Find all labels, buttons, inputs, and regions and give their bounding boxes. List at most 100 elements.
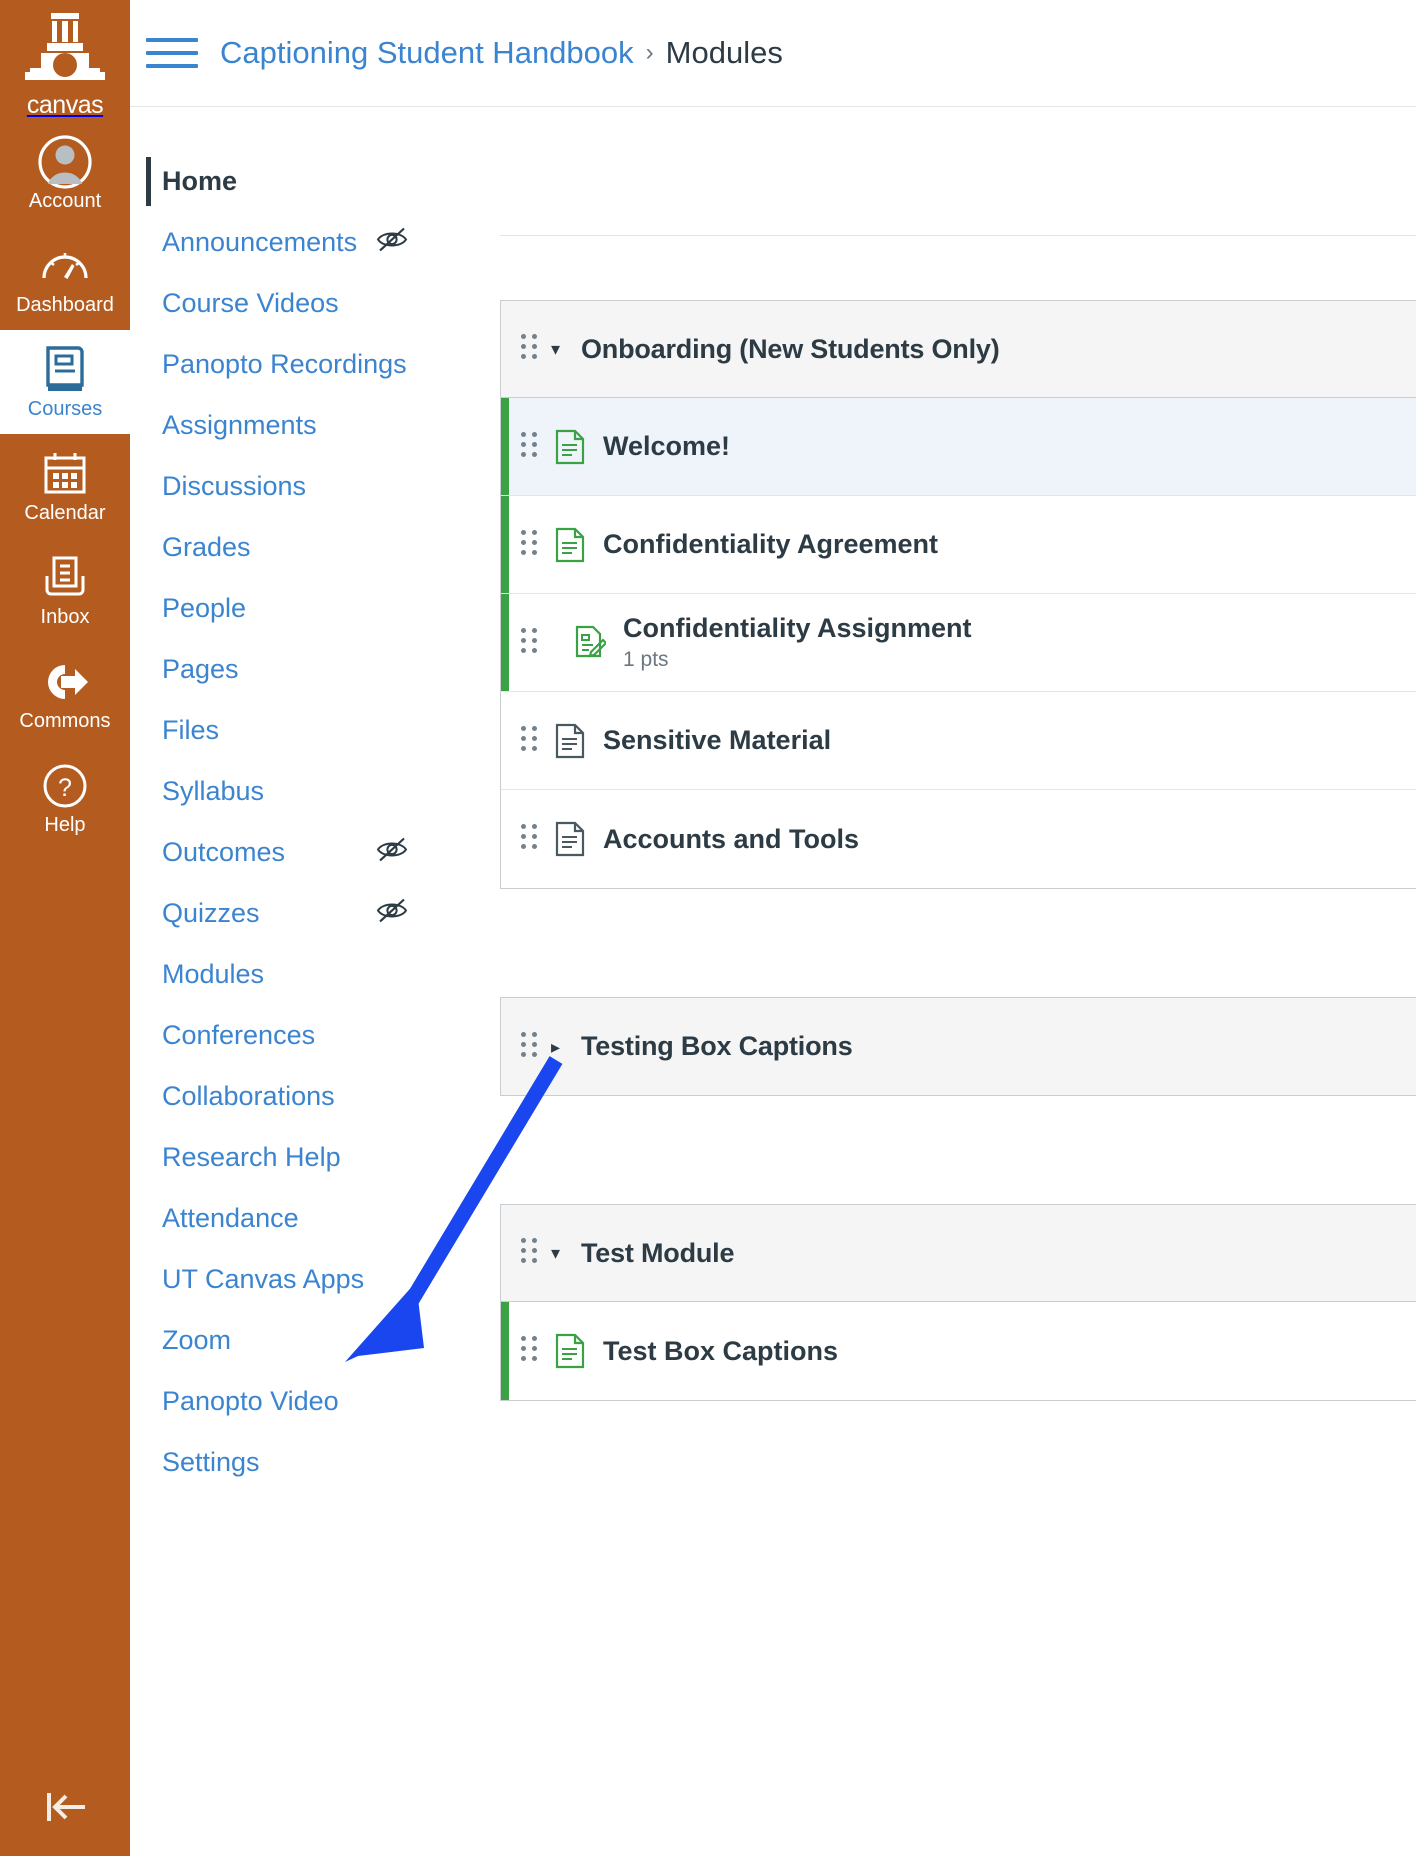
module-item-welcome[interactable]: Welcome! <box>501 398 1416 496</box>
global-nav-commons[interactable]: Commons <box>0 642 130 746</box>
module-items: Welcome! Confidentiality Agreement Confi… <box>501 398 1416 888</box>
drag-handle-icon[interactable] <box>521 1031 537 1062</box>
chevron-right-icon: › <box>645 39 654 66</box>
course-nav-label: Modules <box>162 959 265 989</box>
module-item-text: Test Box Captions <box>603 1336 838 1367</box>
course-nav-item-ut-canvas-apps[interactable]: UT Canvas Apps <box>146 1249 490 1310</box>
course-nav-item-zoom[interactable]: Zoom <box>146 1310 490 1371</box>
module-item-points: 1 pts <box>623 648 669 671</box>
assignment-pencil-icon <box>573 624 607 662</box>
course-nav-item-panopto-video[interactable]: Panopto Video <box>146 1371 490 1432</box>
module-testing-box-captions: ▸ Testing Box Captions <box>500 997 1416 1096</box>
global-nav-courses-label: Courses <box>27 398 103 420</box>
course-nav-item-collaborations[interactable]: Collaborations <box>146 1066 490 1127</box>
global-nav-account[interactable]: Account <box>0 122 130 226</box>
page-header: Captioning Student Handbook › Modules <box>130 0 1416 107</box>
course-nav-item-course-videos[interactable]: Course Videos <box>146 273 490 334</box>
book-icon <box>42 345 88 395</box>
course-nav-item-quizzes[interactable]: Quizzes <box>146 883 490 944</box>
drag-handle-icon[interactable] <box>521 334 537 364</box>
module-item-text: Welcome! <box>603 431 730 462</box>
global-nav-help-label: Help <box>44 814 86 836</box>
course-nav-label: Conferences <box>162 1020 316 1050</box>
course-nav-item-pages[interactable]: Pages <box>146 639 490 700</box>
module-item-title: Accounts and Tools <box>603 823 860 854</box>
collapse-global-nav-button[interactable] <box>0 1785 130 1834</box>
calendar-icon <box>41 449 89 499</box>
course-nav-item-syllabus[interactable]: Syllabus <box>146 761 490 822</box>
global-nav-commons-label: Commons <box>19 710 111 732</box>
ut-tower-icon <box>22 8 108 89</box>
course-nav-item-announcements[interactable]: Announcements <box>146 212 490 273</box>
course-nav-item-files[interactable]: Files <box>146 700 490 761</box>
course-nav-item-assignments[interactable]: Assignments <box>146 395 490 456</box>
drag-handle-icon[interactable] <box>521 1336 537 1366</box>
module-item-title: Confidentiality Assignment <box>623 613 972 643</box>
module-item-sensitive-material[interactable]: Sensitive Material <box>501 692 1416 790</box>
course-nav-label: Quizzes <box>162 898 260 928</box>
module-item-test-box-captions[interactable]: Test Box Captions <box>501 1302 1416 1400</box>
canvas-logo-text: canvas <box>26 91 104 119</box>
question-circle-icon: ? <box>41 761 89 811</box>
course-nav-label: Assignments <box>162 410 317 440</box>
drag-handle-icon[interactable] <box>521 1238 537 1268</box>
course-nav-item-grades[interactable]: Grades <box>146 517 490 578</box>
course-nav-item-panopto-recordings[interactable]: Panopto Recordings <box>146 334 490 395</box>
module-test-module: ▾ Test Module Test Box Captions <box>500 1204 1416 1401</box>
triangle-down-icon[interactable]: ▾ <box>551 340 567 358</box>
module-header[interactable]: ▾ Onboarding (New Students Only) <box>501 301 1416 398</box>
module-item-text: Confidentiality Assignment 1 pts <box>623 613 972 672</box>
svg-text:?: ? <box>58 774 72 802</box>
course-nav-label: Panopto Recordings <box>162 349 407 379</box>
course-nav-label: Pages <box>162 654 239 684</box>
course-nav-item-settings[interactable]: Settings <box>146 1432 490 1493</box>
dashboard-gauge-icon <box>40 241 90 291</box>
module-item-confidentiality-agreement[interactable]: Confidentiality Agreement <box>501 496 1416 594</box>
module-item-title: Sensitive Material <box>603 725 832 755</box>
global-navigation: canvas Account Dashboard Courses Calenda… <box>0 0 130 1856</box>
global-nav-calendar-label: Calendar <box>24 502 106 524</box>
breadcrumb-course-link[interactable]: Captioning Student Handbook <box>220 35 634 71</box>
eye-slash-icon <box>374 224 410 261</box>
drag-handle-icon[interactable] <box>521 529 537 560</box>
course-nav-item-attendance[interactable]: Attendance <box>146 1188 490 1249</box>
course-nav-item-conferences[interactable]: Conferences <box>146 1005 490 1066</box>
course-nav-item-discussions[interactable]: Discussions <box>146 456 490 517</box>
module-item-accounts-and-tools[interactable]: Accounts and Tools <box>501 790 1416 888</box>
course-nav-label: Files <box>162 715 220 745</box>
module-header[interactable]: ▸ Testing Box Captions <box>501 998 1416 1095</box>
course-nav-item-research-help[interactable]: Research Help <box>146 1127 490 1188</box>
course-nav-label: Outcomes <box>162 837 286 867</box>
user-avatar-icon <box>37 135 93 189</box>
module-onboarding: ▾ Onboarding (New Students Only) Welcome… <box>500 300 1416 889</box>
page-document-icon <box>553 723 587 759</box>
triangle-right-icon[interactable]: ▸ <box>551 1038 567 1056</box>
global-nav-calendar[interactable]: Calendar <box>0 434 130 538</box>
global-nav-dashboard[interactable]: Dashboard <box>0 226 130 330</box>
global-nav-inbox-label: Inbox <box>40 606 90 628</box>
main-region: Captioning Student Handbook › Modules Ho… <box>130 0 1416 1856</box>
global-nav-inbox[interactable]: Inbox <box>0 538 130 642</box>
course-nav-item-home[interactable]: Home <box>146 151 490 212</box>
page-body: Home Announcements Course Videos Panopto… <box>130 107 1416 1509</box>
hamburger-menu-icon[interactable] <box>146 33 198 73</box>
canvas-modules-page: canvas Account Dashboard Courses Calenda… <box>0 0 1416 1856</box>
course-nav-label: Research Help <box>162 1142 341 1172</box>
drag-handle-icon[interactable] <box>521 431 537 462</box>
module-header[interactable]: ▾ Test Module <box>501 1205 1416 1302</box>
module-item-title: Confidentiality Agreement <box>603 529 939 559</box>
drag-handle-icon[interactable] <box>521 725 537 756</box>
drag-handle-icon[interactable] <box>521 627 537 658</box>
module-item-title: Test Box Captions <box>603 1335 839 1366</box>
global-nav-help[interactable]: ? Help <box>0 746 130 850</box>
page-document-icon <box>553 1333 587 1369</box>
global-nav-courses[interactable]: Courses <box>0 330 130 434</box>
drag-handle-icon[interactable] <box>521 824 537 854</box>
triangle-down-icon[interactable]: ▾ <box>551 1244 567 1262</box>
course-nav-item-modules[interactable]: Modules <box>146 944 490 1005</box>
module-item-confidentiality-assignment[interactable]: Confidentiality Assignment 1 pts <box>501 594 1416 692</box>
course-nav-item-people[interactable]: People <box>146 578 490 639</box>
canvas-home-logo[interactable]: canvas <box>0 0 130 122</box>
course-nav-label: Zoom <box>162 1325 232 1355</box>
course-nav-item-outcomes[interactable]: Outcomes <box>146 822 490 883</box>
